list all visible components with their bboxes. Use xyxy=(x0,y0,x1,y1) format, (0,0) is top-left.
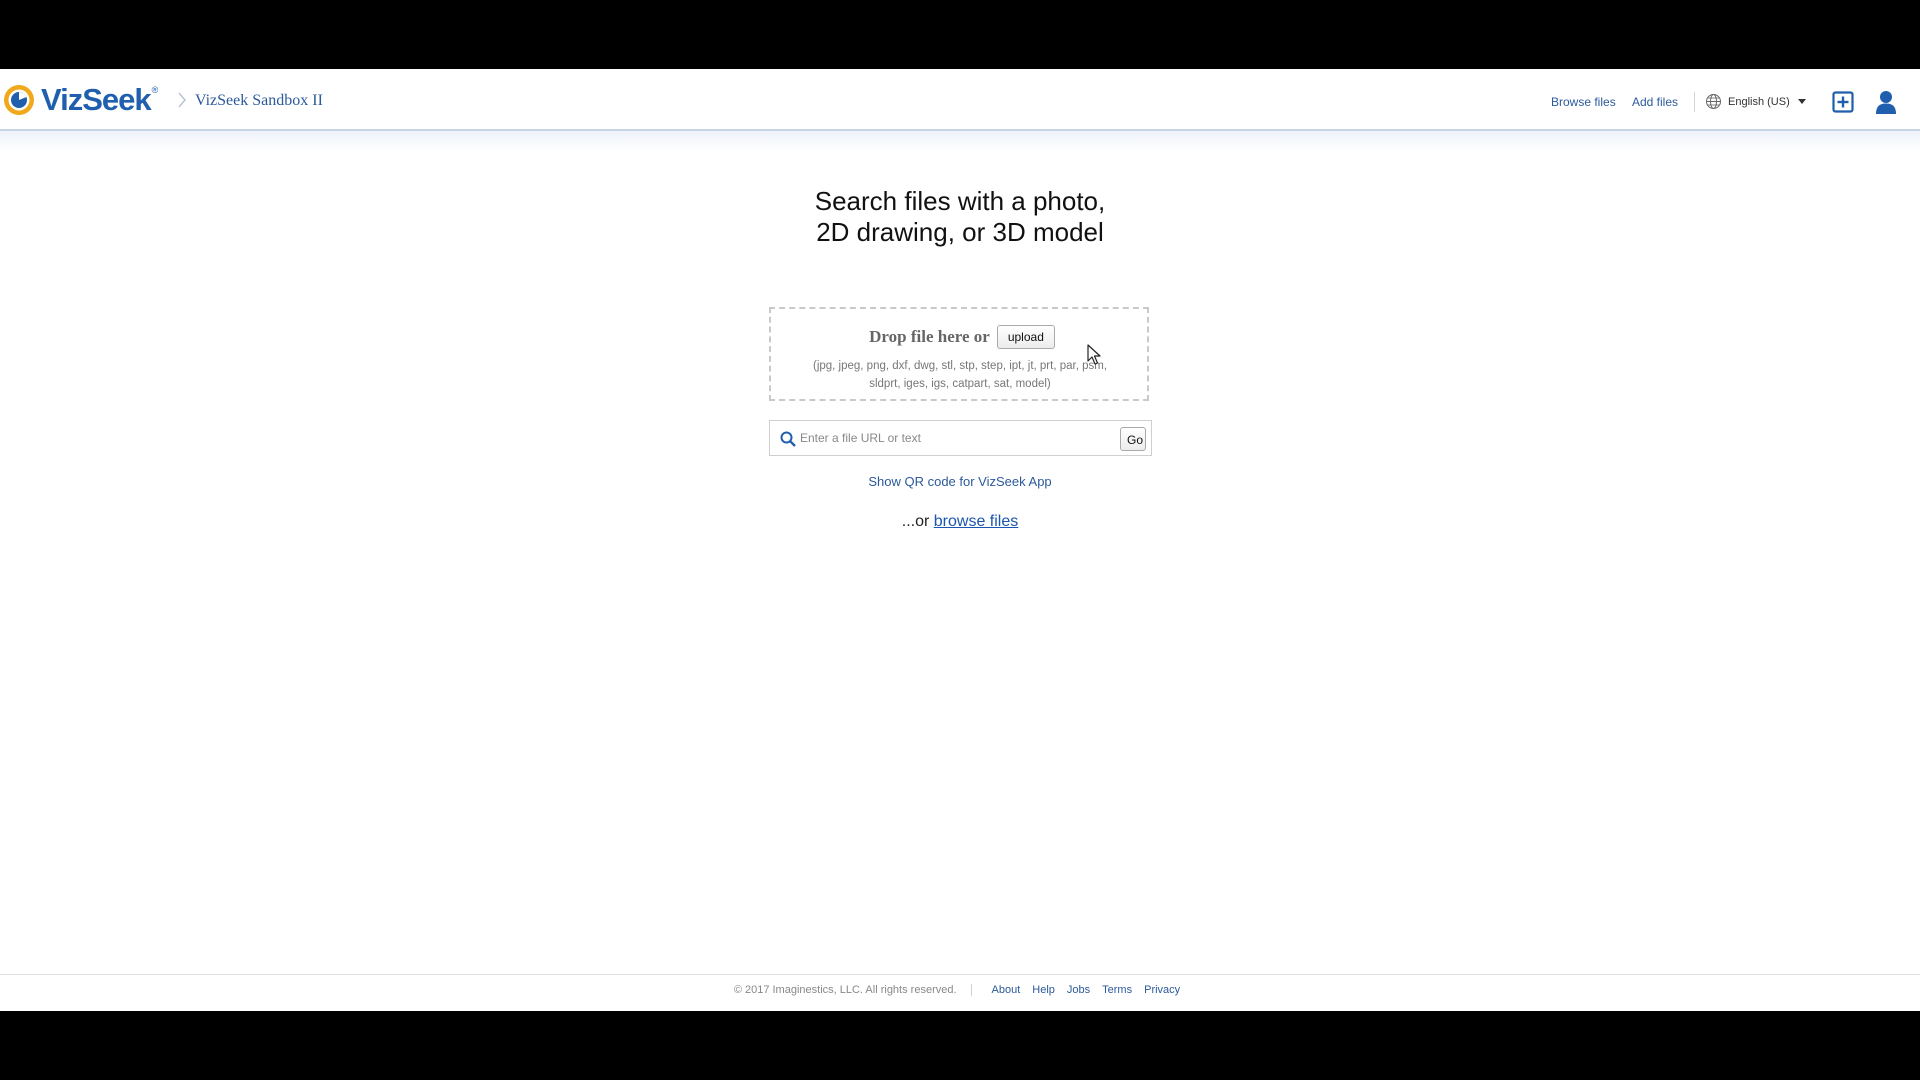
language-label: English (US) xyxy=(1728,96,1790,108)
footer-link-terms[interactable]: Terms xyxy=(1102,984,1132,996)
page: VizSeek ® VizSeek Sandbox II Browse file… xyxy=(0,69,1920,1011)
globe-icon xyxy=(1705,93,1722,110)
url-search-box: Go xyxy=(769,420,1152,456)
nav-add-files[interactable]: Add files xyxy=(1632,95,1678,109)
footer: © 2017 Imaginestics, LLC. All rights res… xyxy=(0,984,1920,996)
top-header: VizSeek ® VizSeek Sandbox II Browse file… xyxy=(0,69,1920,131)
or-prefix: ...or xyxy=(902,513,934,530)
footer-link-privacy[interactable]: Privacy xyxy=(1144,984,1180,996)
footer-link-about[interactable]: About xyxy=(992,984,1021,996)
search-icon xyxy=(780,431,796,447)
drop-text: Drop file here or xyxy=(869,327,990,347)
user-account-icon[interactable] xyxy=(1875,90,1897,114)
formats-line-1: (jpg, jpeg, png, dxf, dwg, stl, stp, ste… xyxy=(785,357,1135,375)
browse-files-link[interactable]: browse files xyxy=(934,513,1018,530)
add-plus-icon[interactable] xyxy=(1832,91,1854,113)
upload-button[interactable]: upload xyxy=(997,325,1055,349)
language-selector[interactable]: English (US) xyxy=(1705,93,1806,110)
supported-formats: (jpg, jpeg, png, dxf, dwg, stl, stp, ste… xyxy=(785,357,1135,393)
heading-line-2: 2D drawing, or 3D model xyxy=(760,217,1160,248)
heading-line-1: Search files with a photo, xyxy=(760,186,1160,217)
footer-link-jobs[interactable]: Jobs xyxy=(1067,984,1090,996)
footer-divider xyxy=(0,974,1920,975)
copyright-text: © 2017 Imaginestics, LLC. All rights res… xyxy=(734,984,957,996)
vizseek-eye-icon xyxy=(2,83,36,117)
breadcrumb-sandbox[interactable]: VizSeek Sandbox II xyxy=(195,92,323,110)
footer-separator xyxy=(971,984,972,996)
show-qr-code-link[interactable]: Show QR code for VizSeek App xyxy=(760,474,1160,489)
logo-text: VizSeek xyxy=(41,82,151,118)
formats-line-2: sldprt, iges, igs, catpart, sat, model) xyxy=(785,375,1135,393)
search-input[interactable] xyxy=(800,427,1100,449)
registered-mark: ® xyxy=(152,85,159,95)
chevron-right-icon xyxy=(175,91,189,109)
chevron-down-icon xyxy=(1798,99,1806,104)
footer-link-help[interactable]: Help xyxy=(1032,984,1055,996)
browse-files-row: ...or browse files xyxy=(760,513,1160,531)
page-heading: Search files with a photo, 2D drawing, o… xyxy=(760,186,1160,248)
header-shadow xyxy=(0,131,1920,151)
go-button[interactable]: Go xyxy=(1120,427,1146,451)
nav-browse-files[interactable]: Browse files xyxy=(1551,95,1616,109)
nav-divider xyxy=(1694,92,1695,112)
vizseek-logo[interactable]: VizSeek ® xyxy=(2,83,158,117)
mouse-cursor-icon xyxy=(1087,344,1101,366)
